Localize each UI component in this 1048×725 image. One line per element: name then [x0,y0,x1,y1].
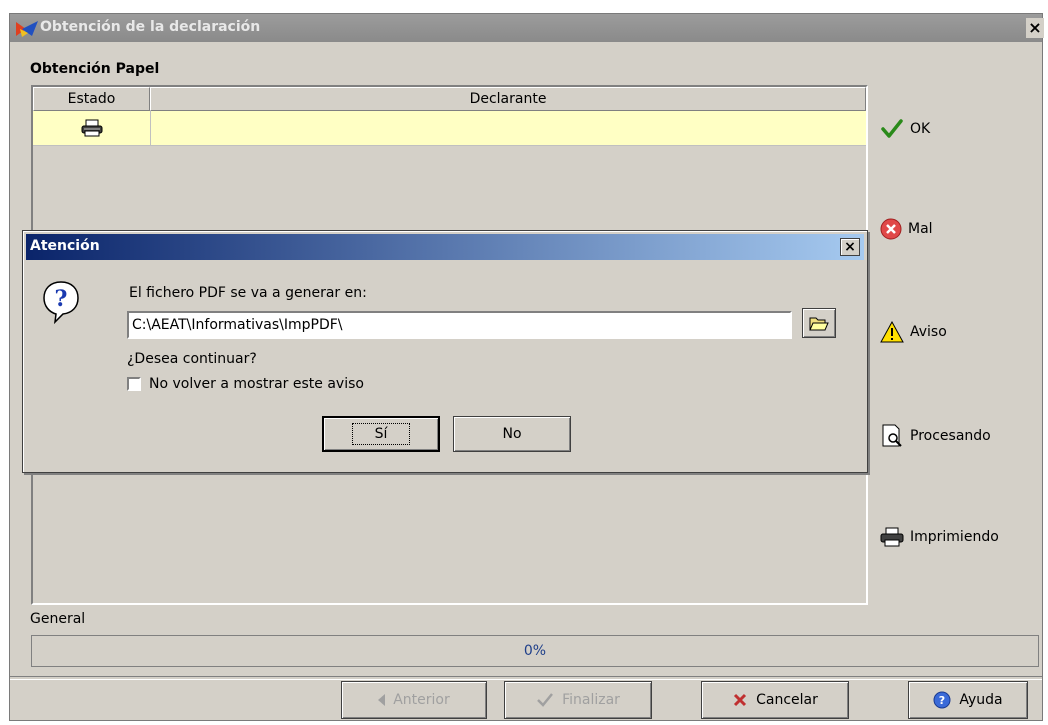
legend-mal: Mal [880,218,933,240]
confirm-dialog: Atención × ? El fichero PDF se va a gene… [22,230,868,473]
dialog-title: Atención [30,238,100,254]
cell-declarante [151,111,866,145]
cancelar-label: Cancelar [756,692,818,708]
legend-ok: OK [880,118,930,140]
progress-label: General [30,611,86,627]
cell-estado [33,111,151,145]
check-icon [537,693,554,707]
table-header: Estado Declarante [33,87,866,111]
legend-aviso-label: Aviso [910,324,947,340]
progress-bar: 0% [31,635,1039,667]
finalizar-button[interactable]: Finalizar [504,681,652,719]
yes-button[interactable]: Sí [322,416,440,452]
dialog-titlebar[interactable]: Atención × [26,234,864,260]
yes-label: Sí [351,423,411,445]
legend-ok-label: OK [910,121,931,137]
window-title: Obtención de la declaración [40,19,261,35]
error-icon [880,218,902,240]
anterior-button[interactable]: Anterior [341,681,487,719]
window-titlebar[interactable]: Obtención de la declaración × [10,14,1044,42]
column-header-estado[interactable]: Estado [33,87,150,111]
no-button[interactable]: No [453,416,571,452]
warning-icon [880,321,904,343]
pdf-path-input[interactable] [127,311,792,339]
cancel-x-icon [734,693,747,707]
progress-text: 0% [523,643,547,659]
legend-procesando: Procesando [880,424,991,448]
open-folder-icon [809,317,829,331]
dont-show-again-checkbox[interactable] [127,377,141,391]
no-label: No [502,426,522,442]
svg-text:?: ? [939,694,945,707]
section-title: Obtención Papel [30,61,160,77]
dont-show-again-option[interactable]: No volver a mostrar este aviso [127,376,364,392]
anterior-label: Anterior [393,692,450,708]
dialog-question: ¿Desea continuar? [127,351,257,367]
dialog-close-button[interactable]: × [840,238,860,256]
check-icon [881,119,903,138]
dialog-message: El fichero PDF se va a generar en: [129,285,367,301]
question-icon: ? [43,281,79,325]
browse-folder-button[interactable] [802,308,836,338]
cancel-button[interactable]: Cancelar [701,681,849,719]
footer-divider [10,676,1042,680]
column-header-declarante[interactable]: Declarante [150,87,866,111]
window-close-button[interactable]: × [1026,18,1044,38]
arrow-left-icon [378,694,386,706]
finalizar-label: Finalizar [562,692,620,708]
svg-text:?: ? [55,286,68,312]
table-row[interactable] [33,111,866,146]
dont-show-again-label: No volver a mostrar este aviso [149,376,364,392]
printer-icon [81,119,102,137]
legend-procesando-label: Procesando [910,428,991,444]
help-icon: ? [933,691,951,709]
app-logo-icon [16,21,38,37]
legend-mal-label: Mal [908,221,933,237]
magnifier-doc-icon [882,424,902,447]
printer-icon [880,527,904,547]
ayuda-label: Ayuda [959,692,1003,708]
legend-imprimiendo: Imprimiendo [880,527,999,547]
help-button[interactable]: ? Ayuda [908,681,1028,719]
legend-imprimiendo-label: Imprimiendo [910,529,999,545]
legend-aviso: Aviso [880,321,947,343]
